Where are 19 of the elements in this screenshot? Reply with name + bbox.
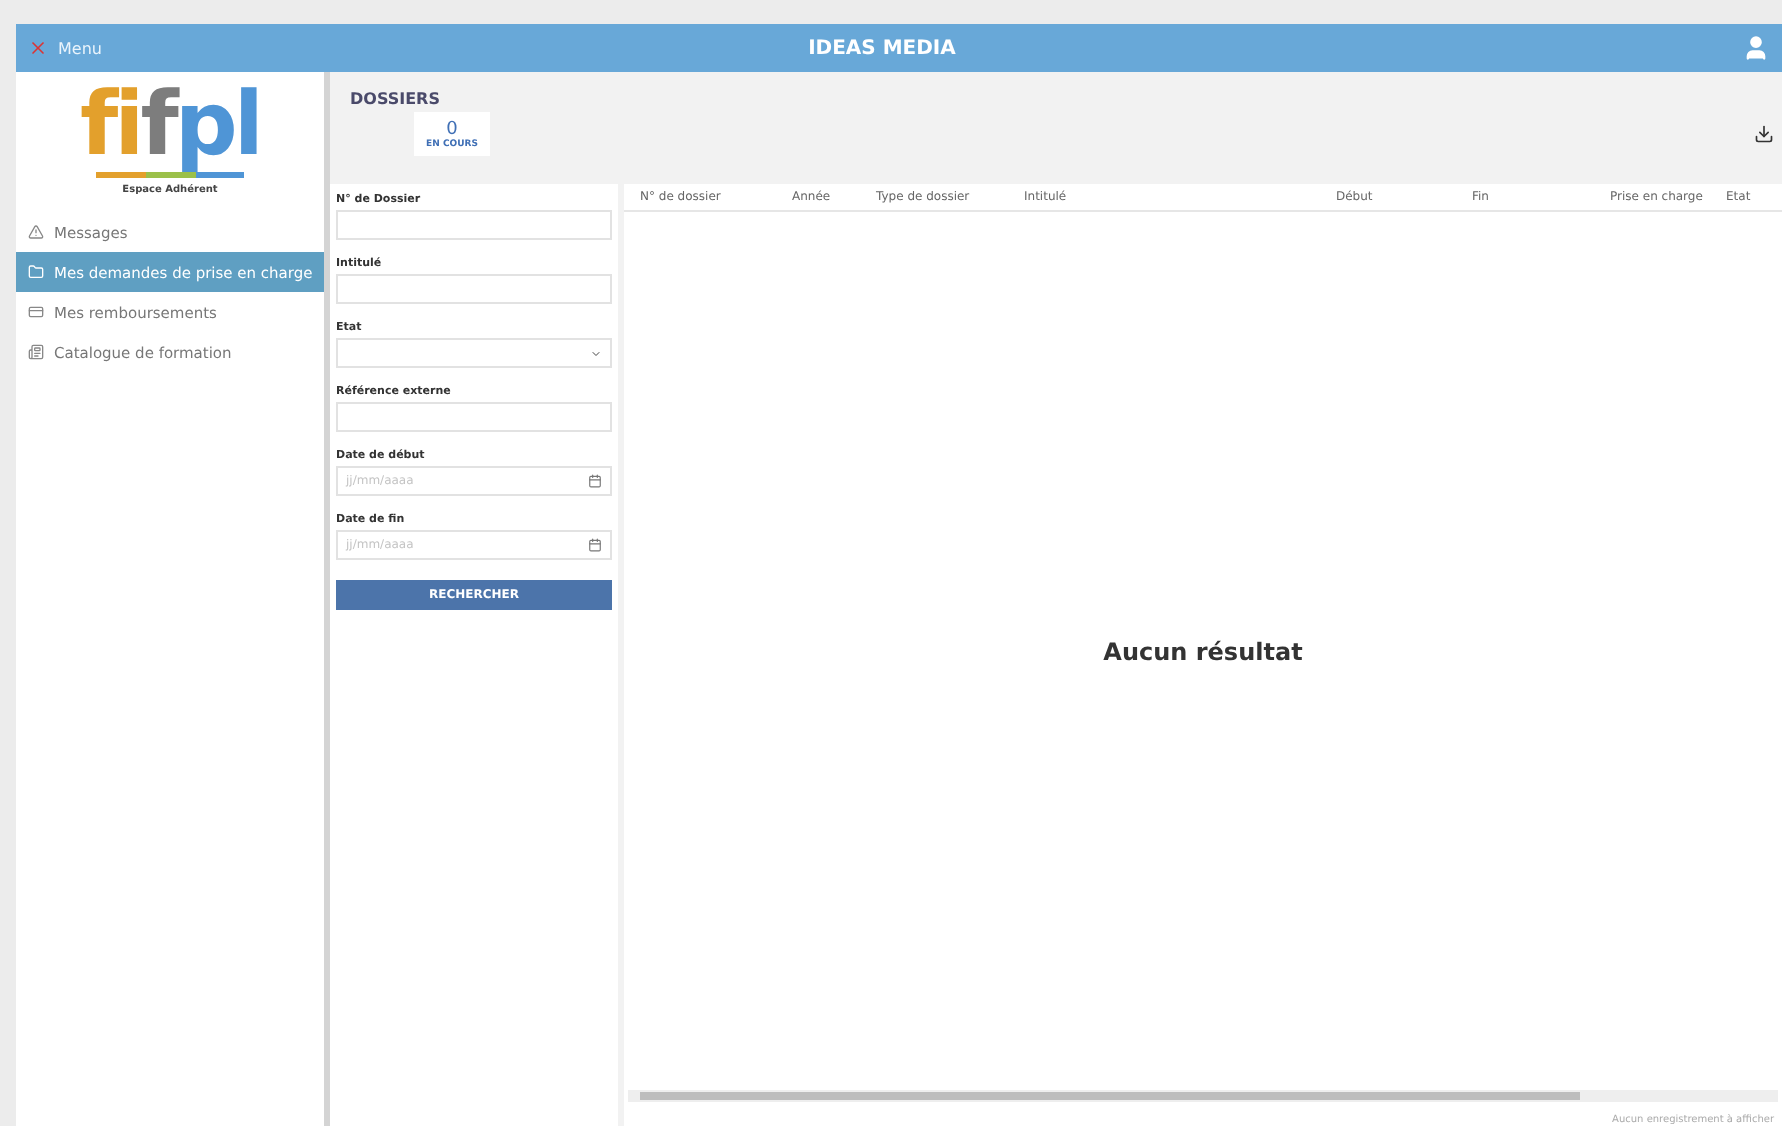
user-icon[interactable] <box>1742 34 1770 62</box>
empty-message: Aucun résultat <box>1103 637 1303 665</box>
download-icon[interactable] <box>1754 124 1774 144</box>
scrollbar[interactable] <box>628 1090 1778 1102</box>
logo-stripe-icon <box>96 172 244 178</box>
close-icon <box>28 38 48 58</box>
dropdown-icon <box>590 347 602 359</box>
input-field[interactable] <box>336 274 612 304</box>
calendar-icon <box>588 538 602 552</box>
input-field[interactable] <box>336 210 612 240</box>
input-field[interactable] <box>336 402 612 432</box>
folder-icon <box>28 264 44 280</box>
select-field[interactable] <box>336 338 612 368</box>
section-title: DOSSIERS <box>350 90 442 108</box>
app-title: IDEAS MEDIA <box>806 37 958 59</box>
logo-text: fifpl <box>80 80 260 172</box>
warning-icon <box>28 224 44 240</box>
calendar-icon <box>588 474 602 488</box>
card-icon <box>28 304 44 320</box>
